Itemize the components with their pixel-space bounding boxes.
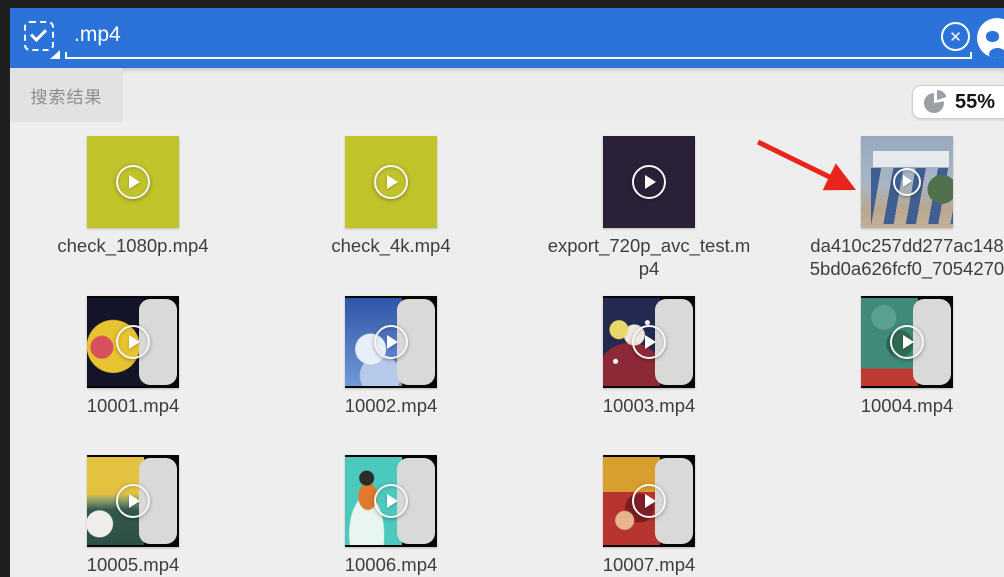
video-thumbnail[interactable]: [345, 455, 437, 547]
tab-search-results[interactable]: 搜索结果: [10, 68, 123, 122]
file-name: da410c257dd277ac148 5bd0a626fcf0_7054270: [809, 235, 1004, 279]
file-item[interactable]: 10002.mp4: [262, 296, 520, 455]
file-item[interactable]: 10004.mp4: [778, 296, 1004, 455]
play-icon: [632, 325, 666, 359]
search-results-grid: check_1080p.mp4 check_4k.mp4 export_720p…: [10, 122, 1004, 577]
file-item[interactable]: check_4k.mp4: [262, 136, 520, 296]
play-icon: [374, 165, 408, 199]
file-manager-window: .mp4 ✕ 搜索结果 55% check_1080p.mp4 check_4k…: [10, 8, 1004, 577]
video-thumbnail[interactable]: [603, 296, 695, 388]
play-icon: [116, 484, 150, 518]
grid-row: 10001.mp4 10002.mp4 10003.mp4 10004.mp4: [10, 296, 1004, 455]
file-item[interactable]: check_1080p.mp4: [10, 136, 262, 296]
video-thumbnail[interactable]: [87, 296, 179, 388]
clear-search-button[interactable]: ✕: [941, 22, 970, 51]
video-thumbnail[interactable]: [345, 136, 437, 228]
play-icon: [374, 325, 408, 359]
file-item[interactable]: 10007.mp4: [520, 455, 778, 577]
file-name: 10006.mp4: [344, 554, 438, 575]
file-name: 10007.mp4: [602, 554, 696, 575]
play-icon: [632, 165, 666, 199]
video-thumbnail[interactable]: [861, 296, 953, 388]
close-icon: ✕: [949, 28, 962, 46]
tab-label: 搜索结果: [30, 87, 103, 107]
search-input-underline: [65, 52, 972, 59]
file-name: 10004.mp4: [860, 395, 954, 416]
file-item[interactable]: 10003.mp4: [520, 296, 778, 455]
play-icon: [374, 484, 408, 518]
play-icon: [632, 484, 666, 518]
file-name: export_720p_avc_test.m p4: [547, 235, 751, 279]
globe-button[interactable]: [977, 18, 1004, 58]
file-item[interactable]: export_720p_avc_test.m p4: [520, 136, 778, 296]
pie-chart-icon: [923, 90, 947, 113]
play-icon: [890, 325, 924, 359]
play-icon: [116, 325, 150, 359]
file-name: 10003.mp4: [602, 395, 696, 416]
multi-select-checkbox-icon: [24, 21, 54, 51]
video-thumbnail[interactable]: [861, 136, 953, 228]
search-input[interactable]: .mp4: [74, 21, 121, 49]
file-name: 10002.mp4: [344, 395, 438, 416]
spinner-triangle-icon: [50, 50, 60, 59]
file-item[interactable]: 10006.mp4: [262, 455, 520, 577]
play-icon: [893, 168, 921, 196]
tab-bar: 搜索结果 55%: [10, 68, 1004, 122]
storage-percent: 55%: [954, 90, 995, 113]
video-thumbnail[interactable]: [603, 455, 695, 547]
play-icon: [116, 165, 150, 199]
grid-row: check_1080p.mp4 check_4k.mp4 export_720p…: [10, 136, 1004, 296]
video-thumbnail[interactable]: [87, 455, 179, 547]
video-thumbnail[interactable]: [345, 296, 437, 388]
file-name: 10005.mp4: [86, 554, 180, 575]
video-thumbnail[interactable]: [87, 136, 179, 228]
file-name: 10001.mp4: [86, 395, 180, 416]
file-item[interactable]: da410c257dd277ac148 5bd0a626fcf0_7054270: [778, 136, 1004, 296]
search-toolbar: .mp4 ✕: [10, 8, 1004, 68]
file-item-empty: [778, 455, 1004, 577]
file-name: check_4k.mp4: [331, 235, 451, 256]
file-name: check_1080p.mp4: [57, 235, 209, 256]
file-item[interactable]: 10005.mp4: [10, 455, 262, 577]
select-all-button[interactable]: [22, 19, 62, 59]
grid-row: 10005.mp4 10006.mp4 10007.mp4: [10, 455, 1004, 577]
storage-usage-badge[interactable]: 55%: [911, 85, 1004, 119]
file-item[interactable]: 10001.mp4: [10, 296, 262, 455]
video-thumbnail[interactable]: [603, 136, 695, 228]
